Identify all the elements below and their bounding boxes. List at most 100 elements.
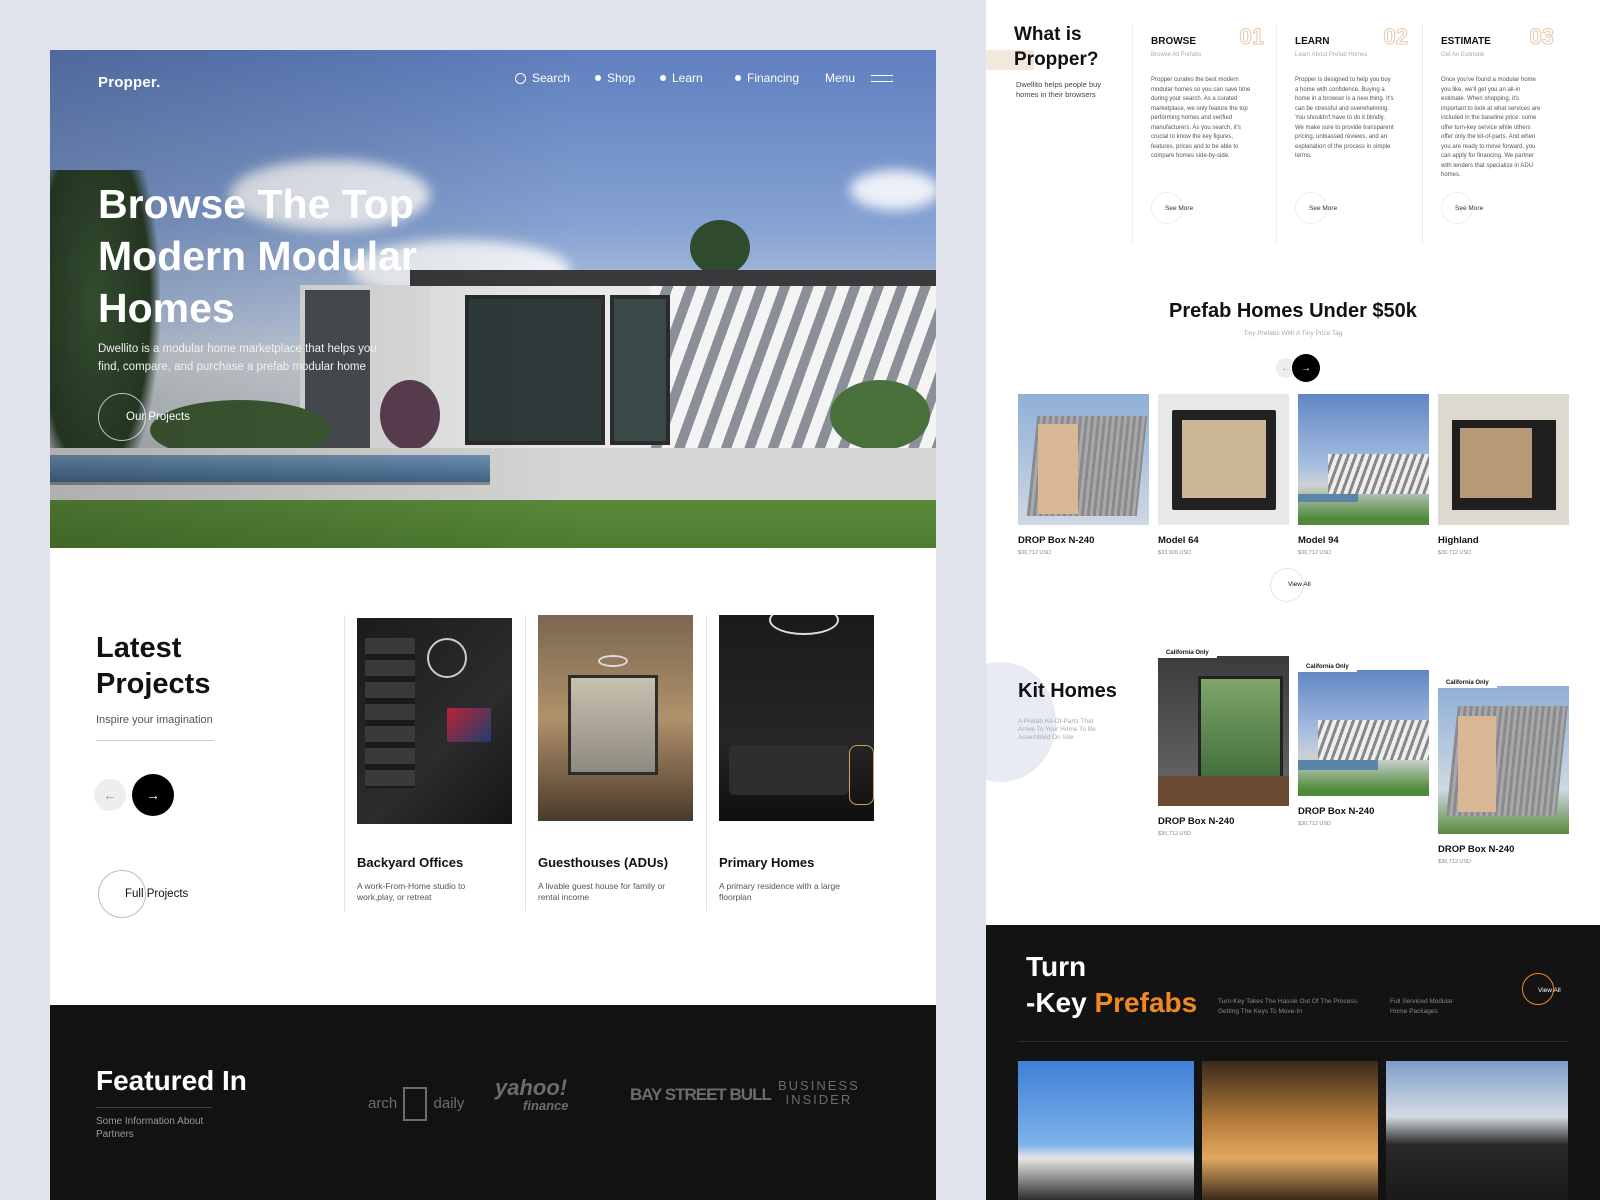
nav-shop[interactable]: Shop (595, 71, 635, 85)
project-card[interactable]: Backyard Offices A work-From-Home studio… (344, 615, 526, 911)
column-subtitle: Get An Estimate (1441, 52, 1485, 58)
detail-page: What is Propper? Dwellito helps people b… (986, 0, 1600, 1200)
nav-shop-label: Shop (607, 71, 636, 85)
prefab-title: Prefab Homes Under $50k (1169, 300, 1417, 322)
cabin-wood (1038, 424, 1078, 514)
prefab-card[interactable]: DROP Box N-240 $30,712 USD (1018, 394, 1149, 556)
what-title-line1: What is (1014, 24, 1082, 45)
turnkey-title-line1: Turn (1026, 951, 1087, 982)
house (1328, 454, 1429, 494)
full-projects-label[interactable]: Full Projects (125, 888, 188, 900)
prefab-card[interactable]: Highland $30,712 USD (1438, 394, 1569, 556)
bookshelf (365, 638, 415, 788)
project-image (357, 618, 512, 824)
logo-text: arch (368, 1094, 398, 1112)
archdaily-logo[interactable]: arch daily (368, 1087, 464, 1121)
turnkey-image (1386, 1061, 1568, 1200)
project-desc: A work-From-Home studio to work,play, or… (357, 881, 466, 902)
see-more-label[interactable]: See More (1309, 205, 1337, 212)
kit-price: $30,712 USD (1298, 821, 1332, 827)
kit-card[interactable]: California Only DROP Box N-240 $30,712 U… (1298, 662, 1429, 827)
project-image (538, 615, 693, 821)
what-subtitle: Dwellito helps people buy homes in their… (1016, 80, 1102, 99)
view-all-label[interactable]: View All (1538, 987, 1561, 994)
featured-subtitle: Some Information About Partners (96, 1116, 204, 1140)
next-arrow-button[interactable]: → (1292, 354, 1320, 382)
prefab-name: Model 64 (1158, 535, 1199, 546)
next-arrow-button[interactable]: → (132, 774, 174, 816)
column-subtitle: Browse All Prefabs (1151, 52, 1202, 58)
turnkey-title: Turn -Key Prefabs (1026, 949, 1197, 1021)
pool (1298, 760, 1378, 770)
latest-projects-title: Latest Projects (96, 630, 216, 702)
kit-name: DROP Box N-240 (1298, 806, 1375, 817)
prefab-price: $30,712 USD (1298, 550, 1332, 556)
nav-financing-label: Financing (747, 71, 800, 85)
what-is-title: What is Propper? (1014, 22, 1098, 72)
sofa (729, 745, 849, 795)
kit-image (1298, 670, 1429, 796)
landing-page: Propper. Search Shop Learn Financing Men… (50, 50, 936, 1200)
prev-arrow-button[interactable]: ← (94, 779, 126, 811)
chair (849, 745, 874, 805)
archdaily-mark (403, 1087, 428, 1121)
logo-text: yahoo! (495, 1075, 568, 1100)
column-number: 02 (1383, 24, 1409, 50)
column-body: Once you've found a modular home you lik… (1441, 77, 1541, 178)
tv-screen (447, 708, 491, 742)
california-only-badge: California Only (1158, 648, 1217, 658)
nav-learn[interactable]: Learn (660, 71, 703, 85)
column-body: Propper is designed to help you buy a ho… (1295, 77, 1394, 159)
ceiling-light (769, 615, 839, 635)
turnkey-image (1018, 1061, 1194, 1200)
house (1318, 720, 1429, 760)
cabin-wood (1458, 716, 1496, 812)
kit-card[interactable]: California Only DROP Box N-240 $30,712 U… (1158, 648, 1289, 837)
prefab-card[interactable]: Model 94 $30,712 USD (1298, 394, 1429, 556)
brand-logo[interactable]: Propper. (98, 74, 160, 91)
hero-subtitle: Dwellito is a modular home marketplace t… (98, 343, 377, 373)
info-column-learn: LEARN 02 Learn About Prefab Homes Proppe… (1276, 24, 1420, 244)
prefab-card[interactable]: Model 64 $33,926 USD (1158, 394, 1289, 556)
floor (1158, 776, 1289, 806)
column-number: 01 (1239, 24, 1265, 50)
see-more-label[interactable]: See More (1455, 205, 1483, 212)
prefab-price: $33,926 USD (1158, 550, 1192, 556)
turnkey-title-accent: Prefabs (1094, 987, 1198, 1018)
nav-search[interactable]: Search (515, 71, 570, 85)
prefab-name: Highland (1438, 535, 1479, 546)
project-name: Primary Homes (719, 855, 815, 870)
kit-card[interactable]: California Only DROP Box N-240 $30,712 U… (1438, 678, 1569, 865)
logo-text: INSIDER (785, 1092, 853, 1107)
hero-title: Browse The Top Modern Modular Homes (98, 181, 417, 331)
nav-financing[interactable]: Financing (735, 71, 799, 85)
column-title: BROWSE (1151, 36, 1196, 47)
project-card[interactable]: Primary Homes A primary residence with a… (706, 615, 888, 911)
yahoo-finance-logo[interactable]: yahoo! finance (495, 1075, 569, 1115)
view-all-label[interactable]: View All (1288, 581, 1311, 588)
our-projects-label[interactable]: Our Projects (126, 411, 190, 423)
window (1198, 676, 1283, 786)
business-insider-logo[interactable]: BUSINESS INSIDER (778, 1079, 860, 1107)
latest-projects-subtitle: Inspire your imagination (96, 714, 213, 726)
turnkey-section: Turn -Key Prefabs Turn-Key Takes The Has… (986, 925, 1600, 1200)
see-more-label[interactable]: See More (1165, 205, 1193, 212)
featured-title: Featured In (96, 1065, 247, 1096)
prefab-image (1438, 394, 1569, 525)
kit-homes-subtitle: A Prefab Kit-Of-Parts That Arrive To You… (1018, 718, 1096, 741)
divider (96, 740, 214, 741)
top-nav: Propper. Search Shop Learn Financing Men… (50, 50, 936, 110)
bay-street-bull-logo[interactable]: BAY STREET BULL (630, 1085, 772, 1105)
project-name: Backyard Offices (357, 855, 464, 870)
kit-price: $30,712 USD (1438, 859, 1472, 865)
project-card[interactable]: Guesthouses (ADUs) A livable guest house… (525, 615, 707, 911)
turnkey-text: Turn-Key Takes The Hassle Out Of The Pro… (1218, 998, 1359, 1015)
prefab-name: DROP Box N-240 (1018, 535, 1095, 546)
column-number: 03 (1529, 24, 1555, 50)
logo-text: daily (433, 1094, 465, 1112)
what-title-line2: Propper? (1014, 49, 1099, 70)
kit-name: DROP Box N-240 (1158, 816, 1235, 827)
search-icon (515, 72, 526, 84)
nav-menu[interactable]: Menu (825, 71, 894, 85)
featured-section: Featured In Some Information About Partn… (50, 1005, 936, 1200)
